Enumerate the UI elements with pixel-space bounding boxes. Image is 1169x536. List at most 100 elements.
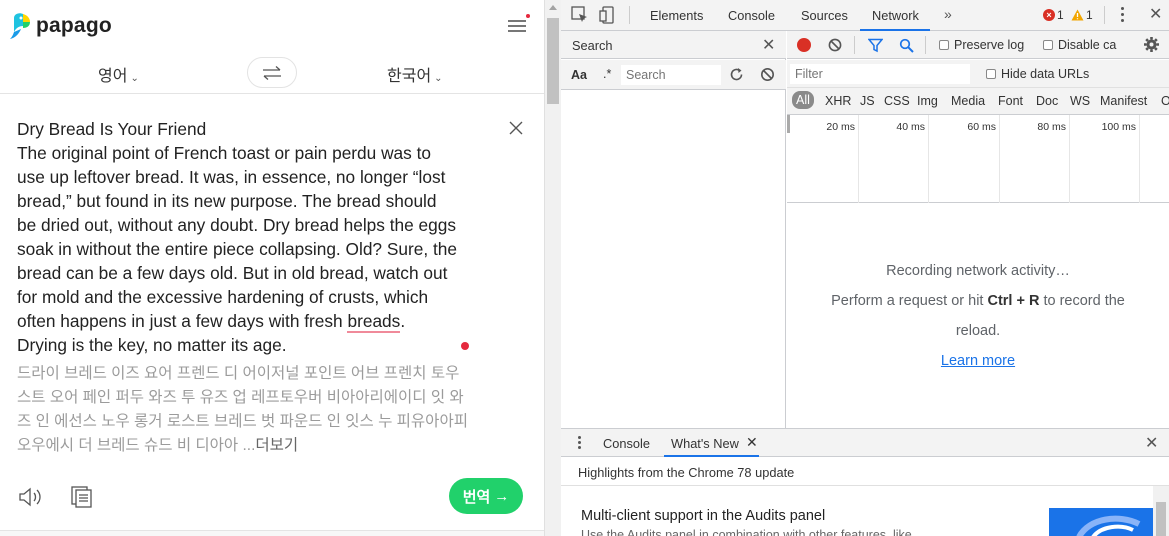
clear-text-icon[interactable]: [508, 120, 524, 136]
source-line: use up leftover bread. It was, in essenc…: [17, 167, 446, 187]
network-empty-state: Recording network activity… Perform a re…: [787, 256, 1169, 376]
match-case-toggle[interactable]: Aa: [571, 68, 587, 82]
language-bar: 영어 ⌄ 한국어 ⌄: [0, 52, 544, 94]
card-description: Use the Audits panel in combination with…: [581, 528, 912, 536]
more-tabs-button[interactable]: »: [944, 6, 952, 22]
divider: [925, 36, 926, 54]
device-toolbar-icon[interactable]: [599, 6, 617, 24]
preserve-log-checkbox[interactable]: Preserve log: [939, 38, 1024, 52]
inspect-element-icon[interactable]: [571, 6, 589, 24]
search-icon[interactable]: [899, 38, 914, 53]
preserve-log-label: Preserve log: [954, 38, 1025, 52]
type-filter-css[interactable]: CSS: [884, 94, 910, 108]
screen: papago 영어 ⌄ 한국어 ⌄ Dry Bread Is Your Frie…: [0, 0, 1169, 536]
pronunciation-line-text: 오우에시 더 브레드 슈드 비 디아아 ...: [17, 437, 256, 454]
recording-message: Recording network activity…: [886, 263, 1070, 279]
tab-sources[interactable]: Sources: [801, 8, 848, 23]
checkbox-box[interactable]: [1043, 40, 1053, 50]
learn-more-link[interactable]: Learn more: [941, 353, 1015, 369]
disable-cache-checkbox[interactable]: Disable ca: [1043, 38, 1116, 52]
recording-dot: [461, 342, 469, 350]
target-language-label: 한국어: [387, 68, 432, 85]
hamburger-menu-icon[interactable]: [508, 14, 530, 33]
network-overview-timeline[interactable]: 20 ms 40 ms 60 ms 80 ms 100 ms: [787, 115, 1169, 203]
type-filter-manifest[interactable]: Manifest: [1100, 94, 1147, 108]
checkbox-box[interactable]: [939, 40, 949, 50]
error-counter[interactable]: × 1: [1043, 8, 1064, 22]
papago-translator: papago 영어 ⌄ 한국어 ⌄ Dry Bread Is Your Frie…: [0, 0, 544, 536]
type-filter-doc[interactable]: Doc: [1036, 94, 1058, 108]
tab-network[interactable]: Network: [872, 8, 919, 23]
swap-languages-button[interactable]: [247, 57, 297, 88]
type-filter-media[interactable]: Media: [951, 94, 985, 108]
search-panel: Search ✕ Aa .*: [561, 31, 786, 428]
close-drawer-icon[interactable]: ✕: [1145, 433, 1158, 453]
record-hint-text: to record the: [1039, 293, 1125, 309]
timeline-gridline: [999, 115, 1000, 203]
type-filter-other[interactable]: O: [1161, 94, 1169, 108]
gear-icon[interactable]: [1143, 36, 1160, 53]
clear-log-icon[interactable]: [828, 38, 842, 52]
drawer-menu-icon[interactable]: [578, 436, 582, 450]
drawer-tab-bar: Console What's New ✕ ✕: [561, 429, 1169, 457]
checkbox-box[interactable]: [986, 69, 996, 79]
clear-search-icon[interactable]: [760, 67, 775, 82]
spellcheck-word[interactable]: breads: [347, 311, 401, 333]
close-devtools-icon[interactable]: ✕: [1149, 7, 1162, 23]
error-icon: ×: [1043, 9, 1055, 21]
swap-arrows-icon: [263, 65, 281, 80]
search-input[interactable]: [621, 65, 721, 85]
timeline-gridline: [858, 115, 859, 203]
show-more-link[interactable]: 더보기: [255, 437, 298, 454]
tab-elements[interactable]: Elements: [650, 8, 703, 23]
source-language-select[interactable]: 영어 ⌄: [98, 62, 139, 86]
timeline-tick-label: 60 ms: [967, 121, 996, 133]
source-footer: 번역 →: [0, 470, 544, 530]
type-filter-js[interactable]: JS: [860, 94, 875, 108]
tab-console[interactable]: Console: [728, 8, 775, 23]
source-text-area[interactable]: Dry Bread Is Your Friend The original po…: [17, 117, 487, 357]
scroll-up-arrow-icon[interactable]: [549, 5, 557, 10]
network-panel: Preserve log Disable ca Filter Hide data…: [787, 31, 1169, 428]
warning-counter[interactable]: 1: [1071, 8, 1093, 22]
pronunciation-text: 드라이 브레드 이즈 요어 프렌드 디 어이저널 포인트 어브 프렌치 토우 스…: [17, 362, 529, 458]
type-filter-ws[interactable]: WS: [1070, 94, 1090, 108]
close-tab-icon[interactable]: ✕: [746, 434, 758, 451]
translate-button[interactable]: 번역 →: [449, 478, 523, 514]
pronunciation-line: 스트 오어 페인 퍼두 와즈 투 유즈 업 레프토우버 비아아리에이디 잇 와: [17, 389, 464, 406]
whats-new-header: Highlights from the Chrome 78 update: [561, 458, 1169, 486]
scrollbar-thumb[interactable]: [1156, 502, 1166, 536]
filter-icon[interactable]: [867, 38, 884, 53]
type-filter-all[interactable]: All: [792, 91, 814, 109]
hide-data-urls-checkbox[interactable]: Hide data URLs: [986, 67, 1089, 81]
record-hint-end: reload.: [955, 323, 1001, 339]
source-line: be dried out, without any doubt. Dry bre…: [17, 215, 457, 235]
close-search-panel-icon[interactable]: ✕: [762, 35, 775, 55]
page-scrollbar[interactable]: [544, 0, 561, 536]
resource-type-filters: All XHR JS CSS Img Media Font Doc WS Man…: [787, 88, 1169, 115]
type-filter-xhr[interactable]: XHR: [825, 94, 851, 108]
copy-icon[interactable]: [70, 485, 94, 509]
source-line: soak in without the entire piece collaps…: [17, 239, 457, 259]
translate-button-label: 번역: [462, 488, 491, 506]
record-icon[interactable]: [797, 38, 811, 52]
refresh-icon[interactable]: [729, 67, 744, 82]
whats-new-card[interactable]: Multi-client support in the Audits panel…: [561, 486, 1153, 536]
drawer-tab-whats-new[interactable]: What's New: [671, 436, 739, 451]
timeline-marker: [787, 115, 790, 133]
speaker-icon[interactable]: [18, 486, 44, 508]
target-language-select[interactable]: 한국어 ⌄: [387, 62, 443, 86]
drawer-tab-console[interactable]: Console: [603, 436, 650, 451]
scrollbar-thumb[interactable]: [547, 18, 559, 104]
papago-logo[interactable]: papago: [10, 12, 112, 40]
timeline-tick-label: 20 ms: [826, 121, 855, 133]
regex-toggle[interactable]: .*: [603, 67, 611, 81]
type-filter-img[interactable]: Img: [917, 94, 938, 108]
type-filter-font[interactable]: Font: [998, 94, 1023, 108]
kebab-menu-icon[interactable]: [1121, 7, 1125, 23]
record-hint: Perform a request or hit Ctrl + R to rec…: [787, 286, 1169, 316]
drawer-scrollbar[interactable]: [1153, 486, 1169, 536]
card-image: [1049, 508, 1153, 536]
filter-input[interactable]: [790, 64, 970, 84]
pronunciation-line: 즈 인 에선스 노우 롱거 로스트 브레드 벗 파운드 인 잇스 누 피유아아피: [17, 413, 468, 430]
